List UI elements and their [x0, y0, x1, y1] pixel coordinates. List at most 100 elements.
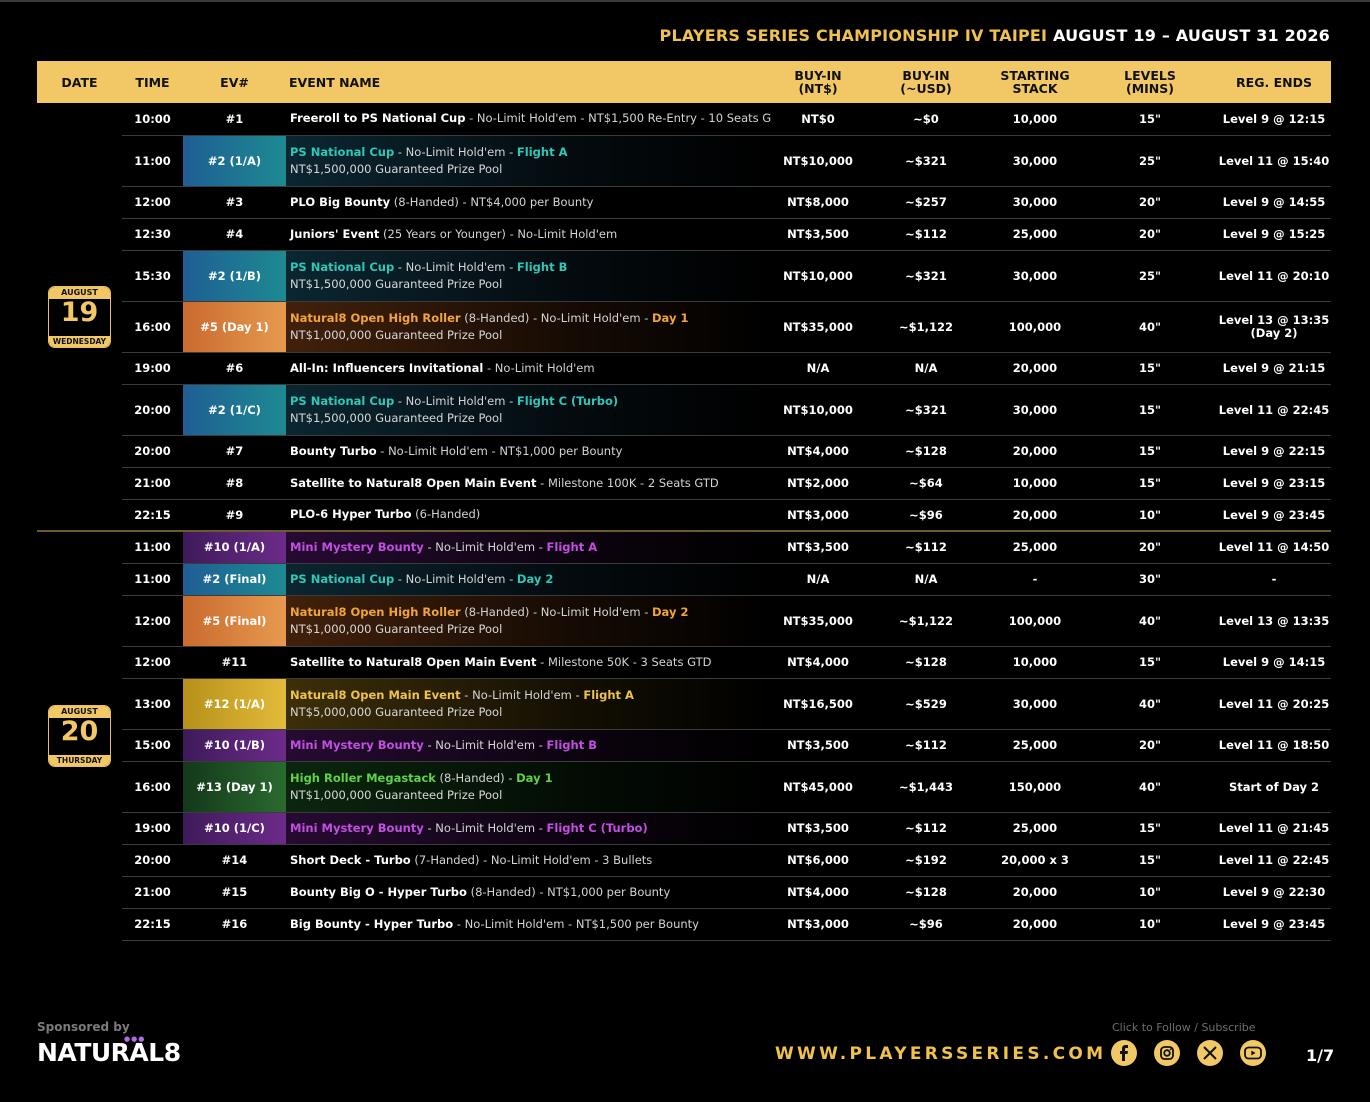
event-details: (6-Handed)	[411, 507, 481, 522]
event-name-cell[interactable]: Mini Mystery Bounty - No-Limit Hold'em -…	[286, 812, 771, 845]
buyin-nt-cell: NT$35,000	[771, 301, 865, 353]
event-number-cell: #15	[183, 876, 286, 909]
table-row: 12:30 #4 Juniors' Event (25 Years or Young…	[37, 218, 1331, 251]
table-row: 22:15 #9 PLO-6 Hyper Turbo (6-Handed) NT$3,…	[37, 499, 1331, 532]
reg-ends-cell: Level 11 @ 20:10	[1217, 250, 1331, 302]
event-name-cell[interactable]: Short Deck - Turbo (7-Handed) - No-Limit…	[286, 844, 771, 877]
event-flight: Day 1	[516, 770, 553, 785]
levels-cell: 15"	[1083, 352, 1217, 385]
event-number-cell: #12 (1/A)	[183, 678, 286, 730]
levels-cell: 15"	[1083, 844, 1217, 877]
prize-pool-line: NT$1,500,000 Guaranteed Prize Pool	[290, 161, 503, 176]
event-name-line: Natural8 Open High Roller (8-Handed) - N…	[290, 605, 771, 620]
event-title: Mini Mystery Bounty	[290, 539, 424, 554]
event-title: Big Bounty - Hyper Turbo	[290, 916, 454, 931]
col-stack-l2: STACK	[1012, 81, 1058, 96]
time-cell: 15:30	[122, 250, 183, 302]
time-cell: 12:00	[122, 646, 183, 679]
event-name-line: Freeroll to PS National Cup - No-Limit H…	[290, 111, 771, 126]
col-buyin-usd: BUY-IN (~USD)	[865, 61, 987, 103]
levels-cell: 10"	[1083, 876, 1217, 909]
event-details: - No-Limit Hold'em -	[423, 539, 547, 554]
event-number-cell: #8	[183, 467, 286, 500]
event-name-cell[interactable]: Natural8 Open High Roller (8-Handed) - N…	[286, 595, 771, 647]
reg-ends-cell: Level 11 @ 22:45	[1217, 384, 1331, 436]
event-name-cell[interactable]: Mini Mystery Bounty - No-Limit Hold'em -…	[286, 729, 771, 762]
event-name-cell[interactable]: Freeroll to PS National Cup - No-Limit H…	[286, 103, 771, 136]
page-number: 1/7	[1306, 1046, 1335, 1065]
x-icon[interactable]	[1197, 1040, 1223, 1066]
event-name-cell[interactable]: Bounty Turbo - No-Limit Hold'em - NT$1,0…	[286, 435, 771, 468]
event-name-cell[interactable]: PLO Big Bounty (8-Handed) - NT$4,000 per…	[286, 186, 771, 219]
event-name-cell[interactable]: All-In: Influencers Invitational - No-Li…	[286, 352, 771, 385]
facebook-icon[interactable]	[1111, 1040, 1137, 1066]
event-name-line: Satellite to Natural8 Open Main Event - …	[290, 655, 771, 670]
buyin-nt-cell: NT$10,000	[771, 135, 865, 187]
event-name-cell[interactable]: Mini Mystery Bounty - No-Limit Hold'em -…	[286, 530, 771, 564]
event-name-cell[interactable]: Natural8 Open Main Event - No-Limit Hold…	[286, 678, 771, 730]
event-title: Freeroll to PS National Cup	[290, 111, 466, 126]
event-name-cell[interactable]: PLO-6 Hyper Turbo (6-Handed)	[286, 499, 771, 532]
buyin-nt-cell: NT$3,000	[771, 499, 865, 532]
reg-ends-value: -	[1271, 572, 1277, 586]
date-day: 19	[60, 296, 99, 328]
instagram-icon[interactable]	[1154, 1040, 1180, 1066]
table-row: 21:00 #8 Satellite to Natural8 Open Main E…	[37, 467, 1331, 500]
table-row: 13:00 #12 (1/A) Natural8 Open Main Event -…	[37, 678, 1331, 730]
levels-cell: 25"	[1083, 250, 1217, 302]
event-flight: Day 2	[652, 604, 689, 619]
buyin-nt-cell: NT$3,500	[771, 812, 865, 845]
event-name-cell[interactable]: PS National Cup - No-Limit Hold'em - Fli…	[286, 250, 771, 302]
event-title: Bounty Turbo	[290, 443, 377, 458]
event-name-cell[interactable]: PS National Cup - No-Limit Hold'em - Day…	[286, 563, 771, 596]
buyin-nt-cell: NT$6,000	[771, 844, 865, 877]
event-name-cell[interactable]: Big Bounty - Hyper Turbo - No-Limit Hold…	[286, 908, 771, 941]
buyin-usd-cell: ~$0	[865, 103, 987, 136]
event-title: All-In: Influencers Invitational	[290, 360, 484, 375]
event-name-cell[interactable]: High Roller Megastack (8-Handed) - Day 1…	[286, 761, 771, 813]
table-row: 15:00 #10 (1/B) Mini Mystery Bounty - No-L…	[37, 729, 1331, 762]
website-link[interactable]: WWW.PLAYERSSERIES.COM	[775, 1044, 1106, 1064]
stack-cell: 100,000	[987, 301, 1083, 353]
reg-ends-cell: Start of Day 2	[1217, 761, 1331, 813]
event-name-cell[interactable]: PS National Cup - No-Limit Hold'em - Fli…	[286, 384, 771, 436]
reg-ends-cell: Level 11 @ 15:40	[1217, 135, 1331, 187]
event-number-cell: #4	[183, 218, 286, 251]
event-name-line: Mini Mystery Bounty - No-Limit Hold'em -…	[290, 821, 771, 836]
event-name-cell[interactable]: PS National Cup - No-Limit Hold'em - Fli…	[286, 135, 771, 187]
event-name-cell[interactable]: Bounty Big O - Hyper Turbo (8-Handed) - …	[286, 876, 771, 909]
table-row: 15:30 #2 (1/B) PS National Cup - No-Limit …	[37, 250, 1331, 302]
event-name-cell[interactable]: Satellite to Natural8 Open Main Event - …	[286, 467, 771, 500]
event-title: PS National Cup	[290, 259, 395, 274]
buyin-usd-cell: ~$128	[865, 646, 987, 679]
event-name-line: Short Deck - Turbo (7-Handed) - No-Limit…	[290, 853, 771, 868]
event-title: Mini Mystery Bounty	[290, 820, 424, 835]
youtube-icon[interactable]	[1240, 1040, 1266, 1066]
buyin-usd-cell: ~$1,122	[865, 595, 987, 647]
col-levels-l2: (MINS)	[1126, 81, 1174, 96]
stack-cell: 25,000	[987, 218, 1083, 251]
levels-cell: 40"	[1083, 678, 1217, 730]
event-title: Short Deck - Turbo	[290, 852, 411, 867]
event-name-cell[interactable]: Satellite to Natural8 Open Main Event - …	[286, 646, 771, 679]
stack-cell: 100,000	[987, 595, 1083, 647]
event-name-line: PLO-6 Hyper Turbo (6-Handed)	[290, 507, 771, 522]
natural8-logo[interactable]: NATURAL8 ●●●	[37, 1035, 181, 1067]
col-buyin-nt-l2: (NT$)	[798, 81, 838, 96]
event-title: PLO Big Bounty	[290, 194, 391, 209]
time-cell: 20:00	[122, 384, 183, 436]
prize-pool-line: NT$5,000,000 Guaranteed Prize Pool	[290, 704, 503, 719]
event-number-cell: #1	[183, 103, 286, 136]
reg-ends-value: Level 11 @ 20:25	[1218, 696, 1330, 711]
schedule-body: AUGUST 19 WEDNESDAY 10:00 #1 Freeroll to PS N…	[37, 103, 1331, 941]
table-row: 16:00 #5 (Day 1) Natural8 Open High Roller…	[37, 301, 1331, 353]
event-name-cell[interactable]: Juniors' Event (25 Years or Younger) - N…	[286, 218, 771, 251]
buyin-usd-cell: ~$192	[865, 844, 987, 877]
buyin-usd-cell: N/A	[865, 352, 987, 385]
event-name-cell[interactable]: Natural8 Open High Roller (8-Handed) - N…	[286, 301, 771, 353]
levels-cell: 15"	[1083, 812, 1217, 845]
event-number-cell: #6	[183, 352, 286, 385]
event-number-cell: #10 (1/C)	[183, 812, 286, 845]
reg-ends-cell: Level 9 @ 21:15	[1217, 352, 1331, 385]
buyin-usd-cell: ~$112	[865, 729, 987, 762]
